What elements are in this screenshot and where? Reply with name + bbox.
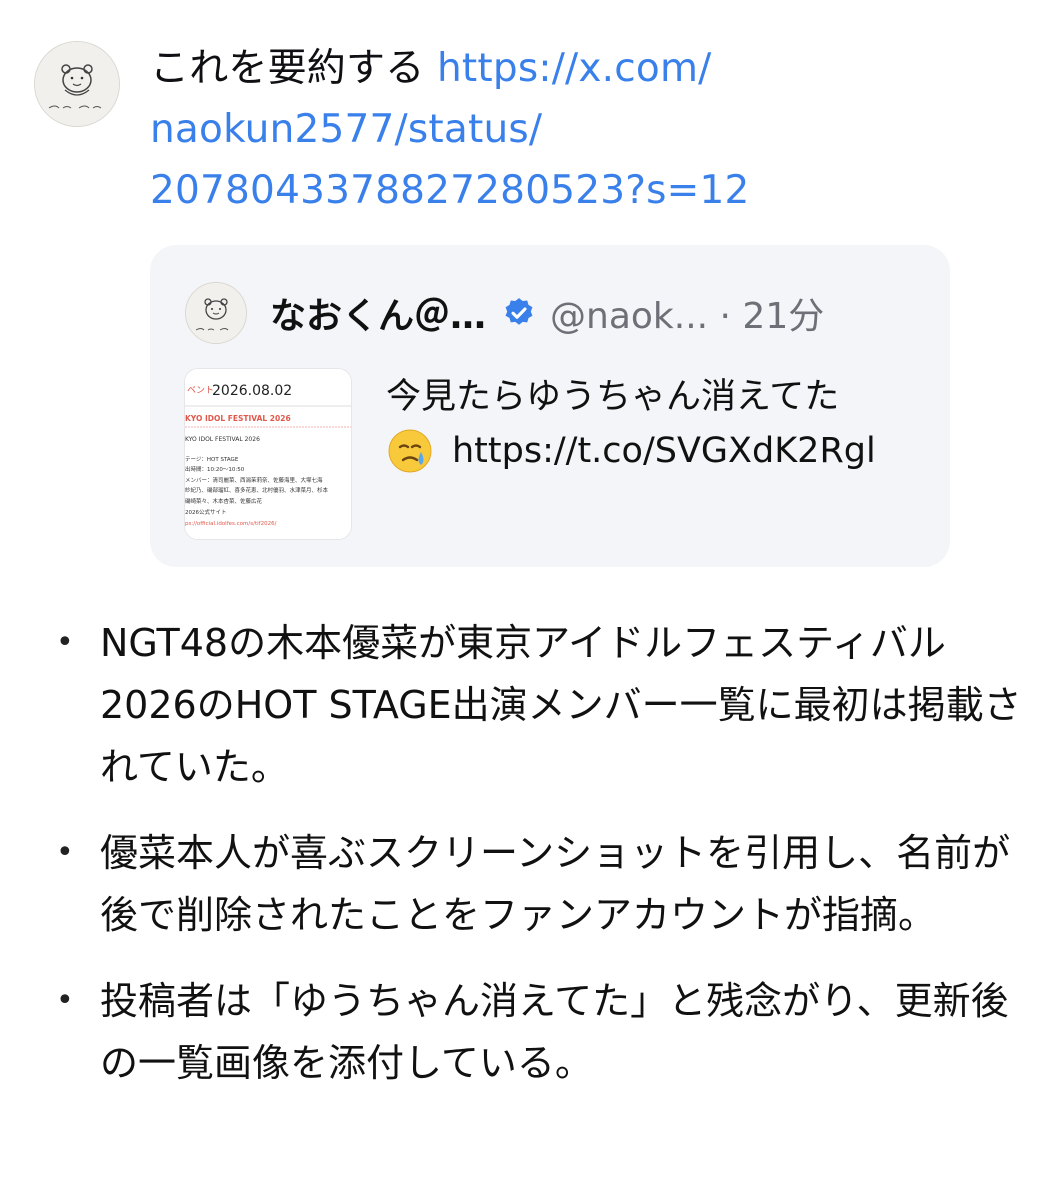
prompt-line-1: これを要約する https://x.com/ xyxy=(150,38,1020,99)
thumb-line-0: ベント xyxy=(187,386,214,396)
bear-illustration-icon xyxy=(186,283,246,343)
thumb-line-6: 紗紀乃、磯部瑠紅、喜多花恵、北村優羽、水津菜月、杉本 xyxy=(185,486,329,494)
embedded-tweet-card[interactable]: なおくん＠… @naok... · 21分 ベント 2026.08.02 KYO… xyxy=(150,245,950,567)
summary-text: 投稿者は「ゆうちゃん消えてた」と残念がり、更新後の一覧画像を添付している。 xyxy=(100,979,1009,1085)
tweet-text-line-1: 今見たらゆうちゃん消えてた xyxy=(386,377,840,417)
prompt-link-part-1[interactable]: https://x.com/ xyxy=(437,46,712,91)
thumb-line-3: テージ：HOT STAGE xyxy=(185,456,239,463)
crying-face-emoji xyxy=(388,429,432,473)
bullet-marker: • xyxy=(56,983,74,1018)
tweet-link[interactable]: https://t.co/SVGXdK2Rgl xyxy=(452,424,876,478)
prompt-link-part-2[interactable]: naokun2577/status/ xyxy=(150,99,1020,160)
thumb-line-5: メンバー：清司麗菜、西潟茉莉奈、佐藤海里、大塚七海 xyxy=(185,476,323,484)
tweet-image-thumbnail[interactable]: ベント 2026.08.02 KYO IDOL FESTIVAL 2026 KY… xyxy=(184,368,352,540)
thumb-line-9: ps://official.idolfes.com/s/tif2026/ xyxy=(185,521,277,527)
summary-text: NGT48の木本優菜が東京アイドルフェスティバル2026のHOT STAGE出演… xyxy=(100,621,1022,789)
tweet-text-line-2: https://t.co/SVGXdK2Rgl xyxy=(386,424,931,478)
user-avatar[interactable] xyxy=(34,41,120,127)
bullet-marker: • xyxy=(56,835,74,870)
thumb-line-7: 磯崎菜々、木本杏菜、佐藤広花 xyxy=(185,497,263,505)
thumb-line-8: 2026公式サイト xyxy=(185,508,227,516)
bear-illustration-icon xyxy=(35,42,119,126)
prompt-link-part-3[interactable]: 2078043378827280523?s=12 xyxy=(150,160,1020,221)
thumb-line-2: KYO IDOL FESTIVAL 2026 xyxy=(185,436,260,443)
tweet-header: なおくん＠… @naok... · 21分 xyxy=(270,283,920,343)
summary-item: • NGT48の木本優菜が東京アイドルフェスティバル2026のHOT STAGE出… xyxy=(56,612,1026,798)
bullet-marker: • xyxy=(56,625,74,660)
verified-badge-icon xyxy=(505,298,533,325)
tweet-author-avatar[interactable] xyxy=(185,282,247,344)
summary-text: 優菜本人が喜ぶスクリーンショットを引用し、名前が後で削除されたことをファンアカウ… xyxy=(100,831,1011,937)
summary-item: • 投稿者は「ゆうちゃん消えてた」と残念がり、更新後の一覧画像を添付している。 xyxy=(56,970,1026,1094)
schedule-screenshot-image: ベント 2026.08.02 KYO IDOL FESTIVAL 2026 KY… xyxy=(185,369,351,539)
prompt-text: これを要約する xyxy=(150,46,437,91)
tweet-body-text: 今見たらゆうちゃん消えてた https://t.co/SVGXdK2Rgl xyxy=(386,370,931,478)
tweet-author-name[interactable]: なおくん＠… xyxy=(270,287,486,339)
user-message: これを要約する https://x.com/ naokun2577/status… xyxy=(150,38,1020,221)
tweet-handle-and-time: @naok... · 21分 xyxy=(550,296,825,337)
thumb-date: 2026.08.02 xyxy=(212,383,292,399)
thumb-line-1: KYO IDOL FESTIVAL 2026 xyxy=(185,414,291,423)
summary-item: • 優菜本人が喜ぶスクリーンショットを引用し、名前が後で削除されたことをファンアカ… xyxy=(56,822,1026,946)
summary-list: • NGT48の木本優菜が東京アイドルフェスティバル2026のHOT STAGE出… xyxy=(56,612,1026,1118)
thumb-line-4: 出時間：10:20〜10:50 xyxy=(185,465,245,473)
